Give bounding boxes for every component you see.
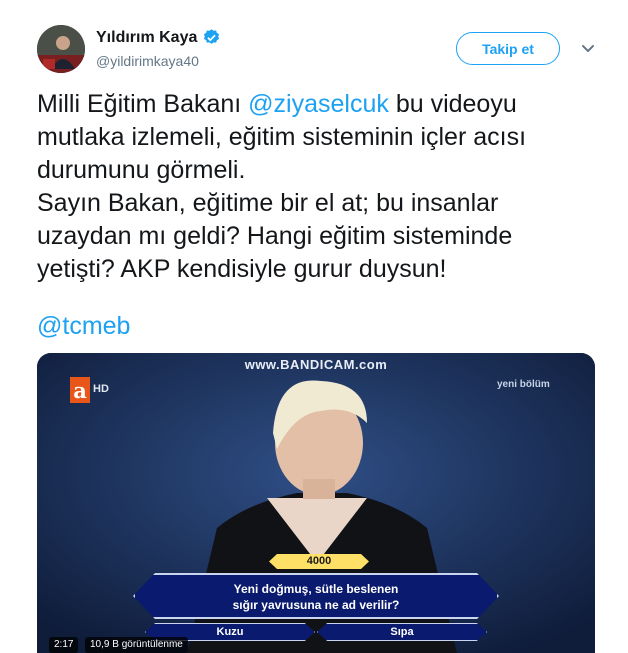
avatar[interactable] xyxy=(37,25,85,73)
video-watermark: www.BANDICAM.com xyxy=(244,357,388,372)
avatar-image xyxy=(37,25,85,73)
chevron-down-icon[interactable] xyxy=(578,38,598,58)
tweet-line: yetişti? AKP kendisiyle gurur duysun! xyxy=(37,255,447,283)
video-player[interactable]: www.BANDICAM.com a HD yeni bölüm 4000 Ye… xyxy=(37,353,595,653)
tweet-line: uzaydan mı geldi? Hangi eğitim sistemind… xyxy=(37,222,513,250)
channel-logo: a xyxy=(70,377,90,403)
tweet-line: durumunu görmeli. xyxy=(37,156,246,184)
tweet-text: Milli Eğitim Bakanı @ziyaselcuk bu video… xyxy=(37,88,597,343)
question-line: sığır yavrusuna ne ad verilir? xyxy=(232,598,400,612)
author-handle[interactable]: @yildirimkaya40 xyxy=(96,53,199,69)
quiz-question: Yeni doğmuş, sütle beslenen sığır yavrus… xyxy=(133,573,499,619)
tweet-text-segment: bu videoyu xyxy=(388,90,517,118)
answer-b: Sıpa xyxy=(317,623,487,641)
tweet-text-segment: Milli Eğitim Bakanı xyxy=(37,90,249,118)
follow-button[interactable]: Takip et xyxy=(456,32,560,65)
author-name[interactable]: Yıldırım Kaya xyxy=(96,28,221,47)
question-line: Yeni doğmuş, sütle beslenen xyxy=(233,582,399,596)
mention-link[interactable]: @ziyaselcuk xyxy=(248,90,389,118)
verified-badge-icon xyxy=(204,29,220,44)
video-duration: 2:17 xyxy=(49,637,79,653)
tweet-line: Milli Eğitim Bakanı @ziyaselcuk bu video… xyxy=(37,88,597,121)
channel-hd-label: HD xyxy=(93,383,109,395)
new-episode-label: yeni bölüm xyxy=(497,379,550,390)
tweet-card: Yıldırım Kaya @yildirimkaya40 Takip et M… xyxy=(0,0,628,653)
video-views: 10,9 B görüntülenme xyxy=(85,637,188,653)
tag-link[interactable]: @tcmeb xyxy=(37,310,597,343)
tweet-line: mutlaka izlemeli, eğitim sisteminin içle… xyxy=(37,123,527,151)
author-name-text: Yıldırım Kaya xyxy=(96,28,198,46)
tweet-line: Sayın Bakan, eğitime bir el at; bu insan… xyxy=(37,189,499,217)
prize-amount: 4000 xyxy=(269,554,369,569)
